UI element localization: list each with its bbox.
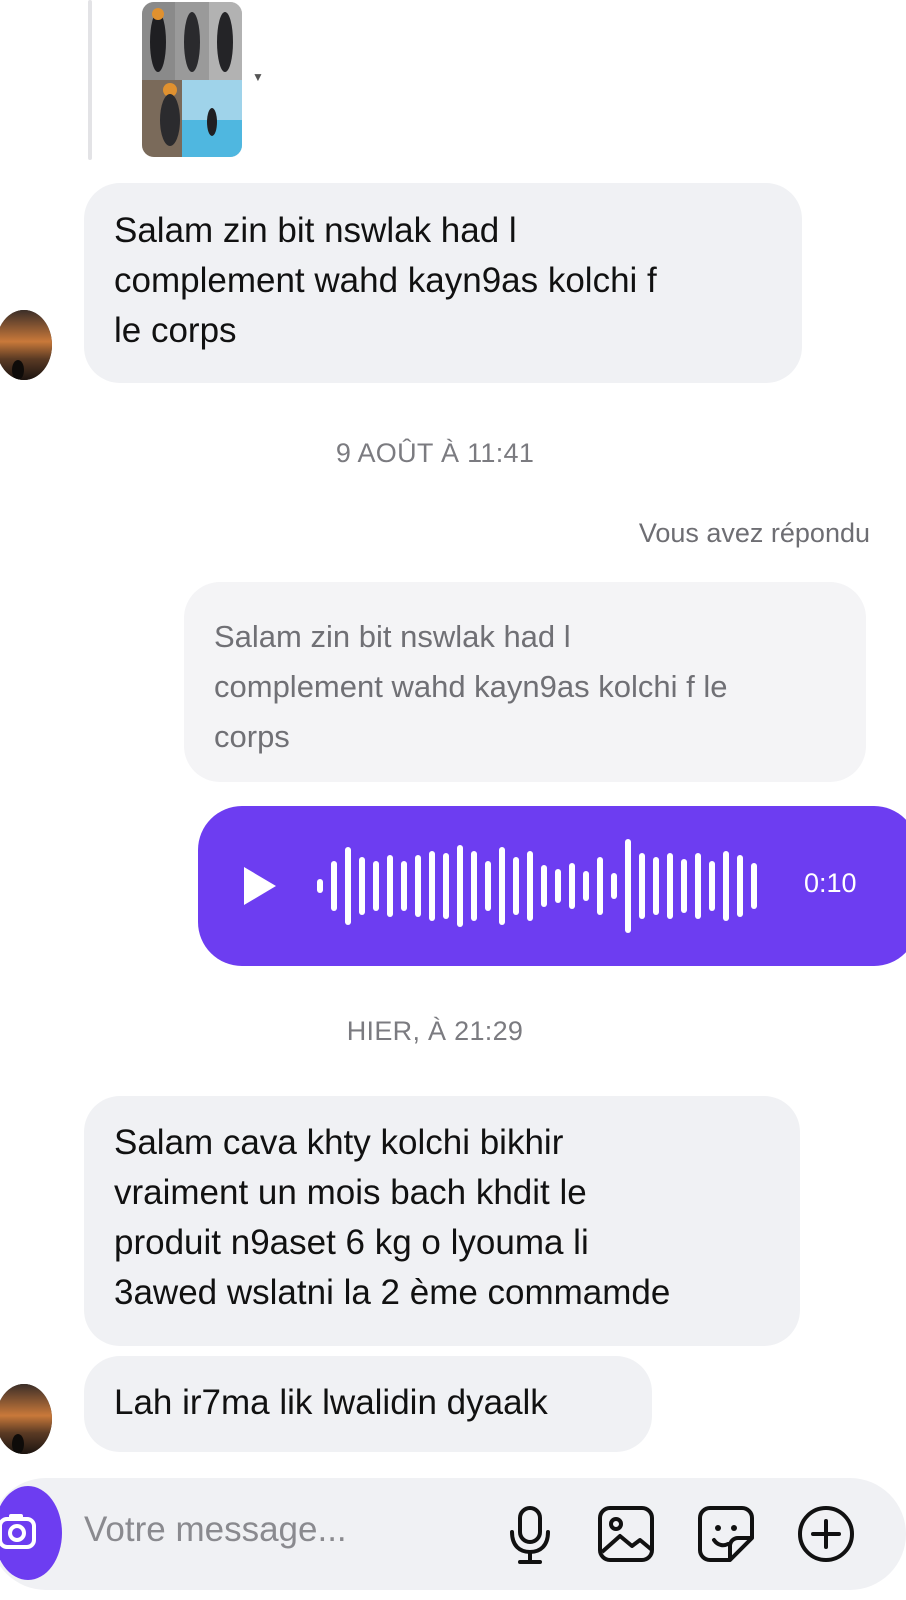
image-icon[interactable] [594,1502,658,1566]
voice-duration: 0:10 [804,868,857,898]
timestamp-divider: 9 AOÛT À 11:41 [335,438,535,468]
voice-message-bubble[interactable]: 0:10 [198,806,906,966]
caret-down-icon: ▼ [252,70,264,84]
contact-avatar[interactable] [0,1384,52,1454]
message-text: Salam cava khty kolchi bikhir vraiment u… [114,1123,671,1312]
timestamp-divider: HIER, À 21:29 [346,1016,524,1046]
sticker-icon[interactable] [694,1502,758,1566]
received-message-bubble[interactable]: Salam cava khty kolchi bikhir vraiment u… [84,1096,800,1346]
message-input[interactable]: Votre message... [84,1510,347,1550]
quoted-message[interactable]: Salam zin bit nswlak had l complement wa… [184,582,866,782]
reply-thread-line [88,0,92,160]
received-message-bubble[interactable]: Lah ir7ma lik lwalidin dyaalk [84,1356,652,1452]
contact-avatar[interactable] [0,310,52,380]
camera-icon [0,1514,36,1549]
play-icon[interactable] [240,864,280,908]
waveform[interactable] [316,830,766,942]
received-message-bubble[interactable]: Salam zin bit nswlak had l complement wa… [84,183,802,383]
microphone-icon[interactable] [498,1502,562,1566]
message-text: Salam zin bit nswlak had l complement wa… [114,211,657,350]
plus-circle-icon[interactable] [794,1502,858,1566]
camera-button[interactable] [0,1486,62,1580]
story-thumbnail[interactable] [142,2,242,157]
reply-label: Vous avez répondu [638,518,870,548]
message-text: Lah ir7ma lik lwalidin dyaalk [114,1383,548,1422]
quoted-message-text: Salam zin bit nswlak had l complement wa… [214,619,728,754]
chat-screen: ▼ Salam zin bit nswlak had l complement … [0,0,906,1600]
